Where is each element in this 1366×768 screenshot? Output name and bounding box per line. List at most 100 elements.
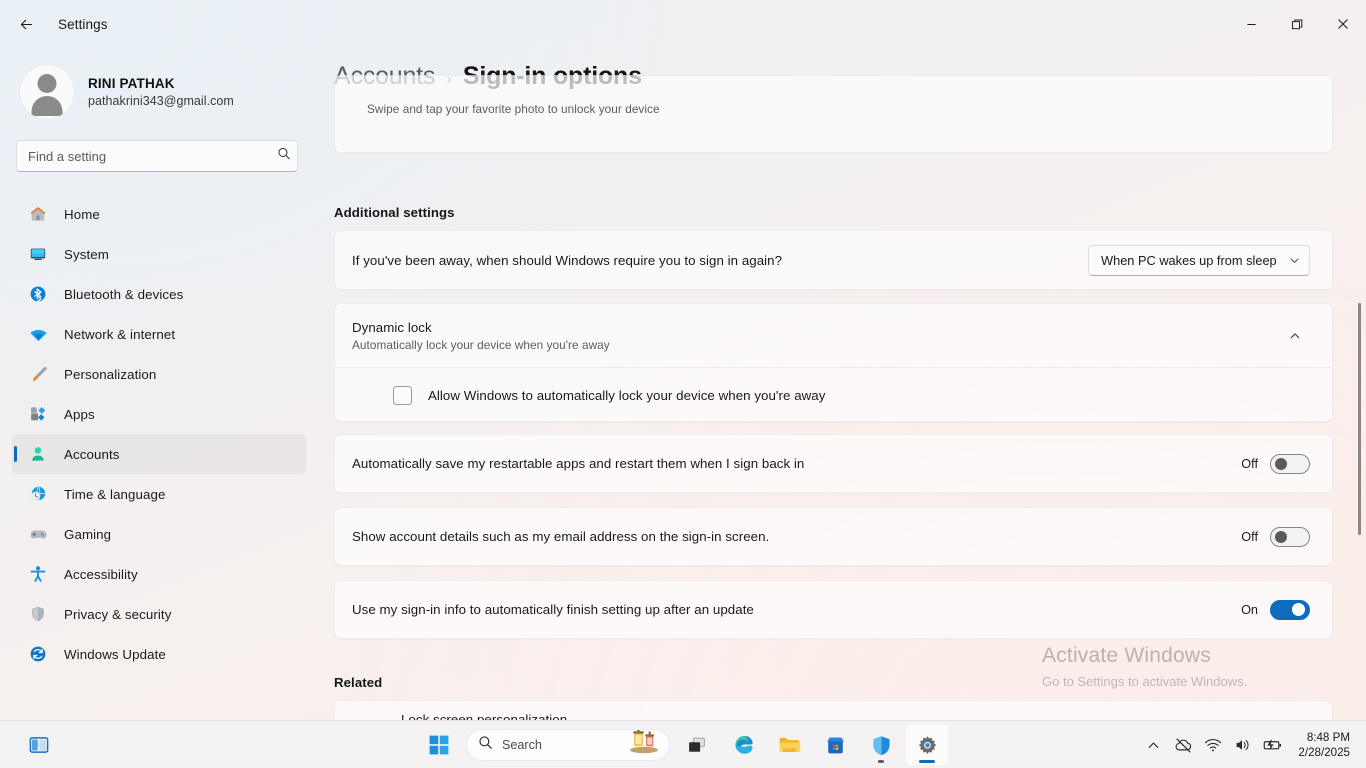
sidebar-item-accounts[interactable]: Accounts bbox=[12, 434, 306, 474]
user-profile[interactable]: RINI PATHAK pathakrini343@gmail.com bbox=[12, 48, 306, 126]
sidebar-item-label: Bluetooth & devices bbox=[64, 286, 184, 302]
restore-icon bbox=[1291, 19, 1302, 29]
chevron-down-icon bbox=[1277, 255, 1300, 266]
sidebar-item-label: Time & language bbox=[64, 486, 166, 502]
widgets-button[interactable] bbox=[18, 725, 60, 765]
related-heading: Related bbox=[334, 675, 383, 690]
require-sign-in-dropdown[interactable]: When PC wakes up from sleep bbox=[1088, 244, 1310, 276]
search-container bbox=[16, 140, 302, 172]
sidebar-item-label: Personalization bbox=[64, 366, 157, 382]
vertical-scrollbar[interactable] bbox=[1358, 303, 1361, 535]
system-tray: 8:48 PM 2/28/2025 bbox=[1142, 721, 1366, 768]
edge-button[interactable] bbox=[722, 725, 764, 765]
profile-email: pathakrini343@gmail.com bbox=[88, 94, 234, 108]
clock-time: 8:48 PM bbox=[1306, 731, 1350, 744]
sidebar-item-personalization[interactable]: Personalization bbox=[12, 354, 306, 394]
windows-update-icon bbox=[28, 644, 48, 664]
taskbar: Search 8:48 PM 2/28/2025 bbox=[0, 720, 1366, 768]
sidebar-item-label: Accounts bbox=[64, 446, 120, 462]
account-details-toggle[interactable] bbox=[1270, 526, 1310, 547]
minimize-icon bbox=[1246, 23, 1256, 25]
picture-password-subtitle: Swipe and tap your favorite photo to unl… bbox=[367, 102, 660, 116]
picture-password-card-clipped[interactable]: Swipe and tap your favorite photo to unl… bbox=[334, 75, 1333, 153]
close-icon bbox=[1338, 19, 1348, 29]
sidebar-item-network-internet[interactable]: Network & internet bbox=[12, 314, 306, 354]
cloud-offline-icon bbox=[1175, 737, 1192, 753]
sidebar-nav: Home System Bluetooth & devices Network … bbox=[12, 194, 306, 674]
lantern-decoration-icon bbox=[621, 730, 663, 759]
dynamic-lock-expander-button[interactable] bbox=[1280, 321, 1310, 351]
sidebar-item-home[interactable]: Home bbox=[12, 194, 306, 234]
dynamic-lock-checkbox-row[interactable]: Allow Windows to automatically lock your… bbox=[335, 368, 1332, 423]
account-details-card[interactable]: Show account details such as my email ad… bbox=[334, 507, 1333, 566]
lock-screen-title: Lock screen personalization bbox=[401, 712, 568, 720]
home-icon bbox=[28, 204, 48, 224]
network-icon bbox=[28, 324, 48, 344]
dynamic-lock-title: Dynamic lock bbox=[352, 319, 432, 335]
task-view-icon bbox=[689, 737, 705, 752]
require-sign-in-label: If you've been away, when should Windows… bbox=[352, 252, 783, 268]
sidebar-item-apps[interactable]: Apps bbox=[12, 394, 306, 434]
profile-name: RINI PATHAK bbox=[88, 76, 175, 91]
sidebar-item-label: Apps bbox=[64, 406, 95, 422]
sidebar-item-label: Privacy & security bbox=[64, 606, 172, 622]
restartable-apps-toggle[interactable] bbox=[1270, 453, 1310, 474]
content-area: Accounts › Sign-in options Swipe and tap… bbox=[318, 48, 1366, 720]
require-sign-in-card[interactable]: If you've been away, when should Windows… bbox=[334, 230, 1333, 290]
window-controls bbox=[1228, 0, 1366, 48]
lock-screen-personalization-card[interactable]: Lock screen personalization Apps and sta… bbox=[334, 700, 1333, 720]
sidebar-item-label: Gaming bbox=[64, 526, 112, 542]
wifi-icon bbox=[1205, 739, 1222, 752]
sidebar-item-accessibility[interactable]: Accessibility bbox=[12, 554, 306, 594]
sidebar-item-label: System bbox=[64, 246, 109, 262]
accessibility-icon bbox=[28, 564, 48, 584]
gaming-icon bbox=[28, 524, 48, 544]
volume-button[interactable] bbox=[1228, 727, 1256, 763]
file-explorer-button[interactable] bbox=[768, 725, 810, 765]
onedrive-offline-button[interactable] bbox=[1169, 727, 1198, 763]
file-explorer-icon bbox=[779, 737, 801, 752]
back-button[interactable] bbox=[8, 8, 44, 40]
sidebar-item-bluetooth-devices[interactable]: Bluetooth & devices bbox=[12, 274, 306, 314]
avatar bbox=[20, 65, 74, 119]
maximize-restore-button[interactable] bbox=[1274, 0, 1320, 48]
start-icon bbox=[429, 735, 449, 755]
windows-security-button[interactable] bbox=[860, 725, 902, 765]
dynamic-lock-checkbox[interactable] bbox=[393, 386, 412, 405]
sidebar-item-windows-update[interactable]: Windows Update bbox=[12, 634, 306, 674]
account-details-state: Off bbox=[1241, 529, 1258, 544]
sidebar-item-gaming[interactable]: Gaming bbox=[12, 514, 306, 554]
battery-charging-button[interactable] bbox=[1257, 727, 1288, 763]
finish-setup-toggle[interactable] bbox=[1270, 599, 1310, 620]
task-view-button[interactable] bbox=[676, 725, 718, 765]
sidebar-item-privacy-security[interactable]: Privacy & security bbox=[12, 594, 306, 634]
tray-overflow-button[interactable] bbox=[1142, 727, 1165, 763]
dynamic-lock-checkbox-label: Allow Windows to automatically lock your… bbox=[428, 388, 826, 403]
sidebar: RINI PATHAK pathakrini343@gmail.com Home bbox=[0, 48, 318, 720]
close-button[interactable] bbox=[1320, 0, 1366, 48]
finish-setup-state: On bbox=[1241, 602, 1258, 617]
dynamic-lock-card[interactable]: Dynamic lock Automatically lock your dev… bbox=[334, 303, 1333, 422]
search-input[interactable] bbox=[16, 140, 298, 172]
microsoft-store-icon bbox=[826, 736, 844, 753]
sidebar-item-system[interactable]: System bbox=[12, 234, 306, 274]
restartable-apps-card[interactable]: Automatically save my restartable apps a… bbox=[334, 434, 1333, 493]
minimize-button[interactable] bbox=[1228, 0, 1274, 48]
accounts-icon bbox=[28, 444, 48, 464]
account-details-label: Show account details such as my email ad… bbox=[352, 529, 770, 544]
taskbar-search-label: Search bbox=[502, 738, 542, 752]
apps-icon bbox=[28, 404, 48, 424]
wifi-button[interactable] bbox=[1199, 727, 1227, 763]
title-bar: Settings bbox=[0, 0, 1366, 48]
clock[interactable]: 8:48 PM 2/28/2025 bbox=[1292, 725, 1358, 765]
dynamic-lock-header[interactable]: Dynamic lock Automatically lock your dev… bbox=[335, 304, 1332, 367]
sidebar-item-time-language[interactable]: Time & language bbox=[12, 474, 306, 514]
microsoft-store-button[interactable] bbox=[814, 725, 856, 765]
settings-scroll-area[interactable]: Swipe and tap your favorite photo to unl… bbox=[318, 75, 1366, 720]
finish-setup-card[interactable]: Use my sign-in info to automatically fin… bbox=[334, 580, 1333, 639]
start-button[interactable] bbox=[418, 725, 460, 765]
privacy-security-icon bbox=[28, 604, 48, 624]
taskbar-search-box[interactable]: Search bbox=[466, 729, 670, 761]
sidebar-item-label: Accessibility bbox=[64, 566, 138, 582]
settings-button[interactable] bbox=[906, 725, 948, 765]
